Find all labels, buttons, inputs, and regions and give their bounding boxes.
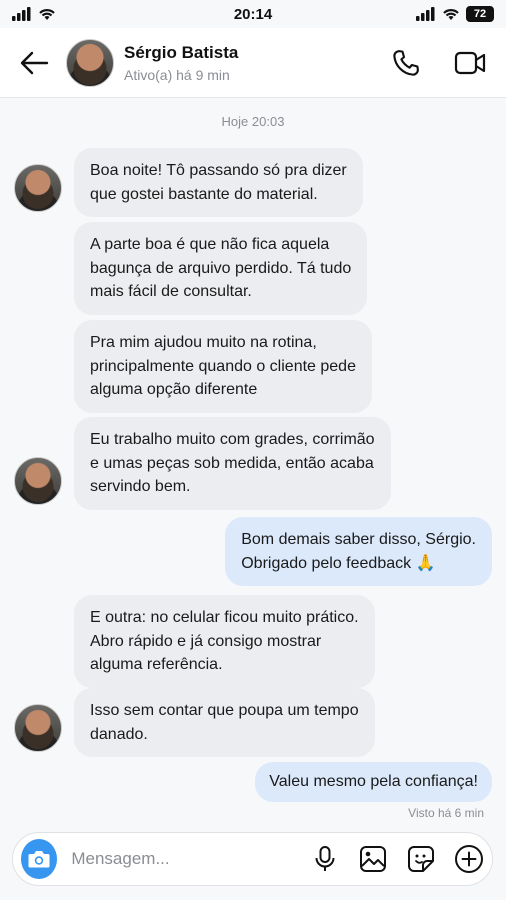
- sender-avatar[interactable]: [14, 164, 62, 212]
- message-line: bagunça de arquivo perdido. Tá tudo: [90, 259, 352, 277]
- message-line: Bom demais saber disso, Sérgio.: [241, 531, 476, 548]
- back-button[interactable]: [16, 45, 52, 81]
- microphone-icon: [315, 846, 335, 871]
- message-composer: [12, 832, 493, 886]
- message-bubble-incoming[interactable]: Pra mim ajudou muito na rotina, principa…: [74, 320, 372, 413]
- message-bubble-incoming[interactable]: Isso sem contar que poupa um tempo danad…: [74, 688, 375, 757]
- message-bubble-outgoing[interactable]: Valeu mesmo pela confiança!: [255, 762, 492, 802]
- contact-avatar[interactable]: [66, 38, 114, 87]
- status-left: [12, 7, 56, 21]
- plus-circle-icon: [454, 845, 483, 873]
- signal-icon: [12, 7, 31, 21]
- message-line: e umas peças sob medida, então acaba: [90, 454, 374, 472]
- arrow-left-icon: [20, 51, 49, 74]
- contact-name: Sérgio Batista: [124, 42, 239, 62]
- gallery-button[interactable]: [357, 842, 388, 876]
- signal-icon-right: [416, 7, 435, 21]
- sender-avatar[interactable]: [14, 457, 62, 505]
- voice-call-button[interactable]: [386, 43, 426, 83]
- message-input[interactable]: [71, 849, 293, 869]
- message-bubble-incoming[interactable]: Eu trabalho muito com grades, corrimão e…: [74, 417, 391, 510]
- contact-info[interactable]: Sérgio Batista Ativo(a) há 9 min: [124, 43, 362, 83]
- message-line: servindo bem.: [90, 478, 191, 495]
- phone-icon: [393, 49, 419, 76]
- video-call-button[interactable]: [450, 43, 490, 83]
- chat-header: Sérgio Batista Ativo(a) há 9 min: [0, 28, 506, 98]
- message-line: A parte boa é que não fica aquela: [90, 236, 330, 253]
- camera-icon: [28, 851, 50, 868]
- message-line: Valeu mesmo pela confiança!: [269, 773, 478, 790]
- message-line: Boa noite! Tô passando só pra dizer: [90, 162, 347, 179]
- voice-message-button[interactable]: [309, 842, 340, 876]
- message-line: alguma referência.: [90, 656, 223, 673]
- message-line: principalmente quando o cliente pede: [90, 357, 356, 375]
- wifi-icon: [39, 9, 55, 20]
- message-line: mais fácil de consultar.: [90, 283, 252, 300]
- message-bubble-outgoing[interactable]: Bom demais saber disso, Sérgio. Obrigado…: [225, 517, 492, 586]
- message-line: Obrigado pelo feedback 🙏: [241, 554, 436, 572]
- message-line: alguma opção diferente: [90, 381, 258, 398]
- message-line: Isso sem contar que poupa um tempo: [90, 702, 359, 719]
- message-line: Eu trabalho muito com grades, corrimão: [90, 431, 375, 448]
- message-line: Pra mim ajudou muito na rotina,: [90, 334, 317, 351]
- message-line: E outra: no celular ficou muito prático.: [90, 609, 359, 626]
- message-line: que gostei bastante do material.: [90, 185, 318, 203]
- message-list[interactable]: Hoje 20:03 Boa noite! Tô passando só pra…: [0, 98, 506, 828]
- sender-avatar[interactable]: [14, 704, 62, 752]
- image-icon: [359, 846, 386, 872]
- message-bubble-incoming[interactable]: Boa noite! Tô passando só pra dizer que …: [74, 148, 363, 217]
- sticker-button[interactable]: [405, 842, 436, 876]
- contact-status: Ativo(a) há 9 min: [124, 66, 230, 83]
- message-bubble-incoming[interactable]: A parte boa é que não fica aquela bagunç…: [74, 222, 368, 315]
- video-camera-icon: [454, 51, 486, 74]
- message-line: danado.: [90, 725, 148, 743]
- seen-receipt: Visto há 6 min: [408, 806, 484, 820]
- battery-icon: 72: [466, 6, 494, 22]
- status-right: 72: [416, 6, 494, 22]
- camera-button[interactable]: [21, 839, 58, 879]
- message-bubble-incoming[interactable]: E outra: no celular ficou muito prático.…: [74, 595, 375, 688]
- status-bar: 20:14 72: [0, 0, 506, 28]
- sticker-icon: [407, 846, 434, 872]
- message-line: Abro rápido e já consigo mostrar: [90, 632, 322, 650]
- add-button[interactable]: [453, 842, 484, 876]
- wifi-icon-right: [443, 9, 459, 20]
- date-separator: Hoje 20:03: [221, 114, 285, 129]
